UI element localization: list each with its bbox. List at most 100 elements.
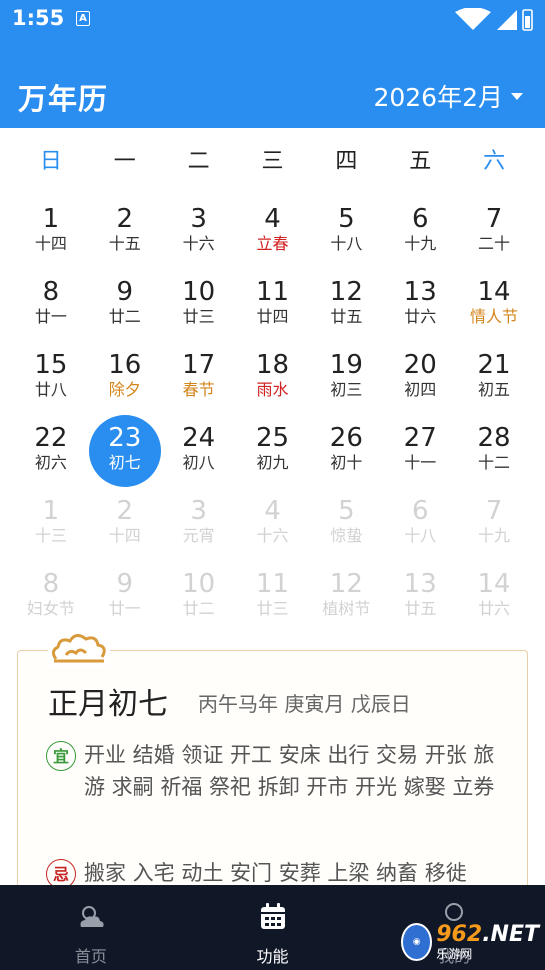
day-number: 25 xyxy=(255,423,290,453)
lunar-date: 十八 xyxy=(330,234,363,253)
day-cell[interactable]: 6 十九 xyxy=(383,196,457,269)
day-cell[interactable]: 10 廿三 xyxy=(162,269,236,342)
day-number: 2 xyxy=(116,204,134,234)
lunar-date: 除夕 xyxy=(108,380,141,399)
weekday-sun: 日 xyxy=(39,149,62,174)
day-cell[interactable]: 21 初五 xyxy=(457,342,531,415)
day-cell[interactable]: 25 初九 xyxy=(236,415,310,488)
lunar-date: 廿一 xyxy=(34,307,67,326)
day-cell[interactable]: 20 初四 xyxy=(383,342,457,415)
day-number: 7 xyxy=(485,204,503,234)
lunar-date: 初五 xyxy=(478,380,511,399)
day-number: 28 xyxy=(477,423,511,453)
lunar-date: 初七 xyxy=(108,453,141,472)
day-cell[interactable]: 28 十二 xyxy=(457,415,531,488)
day-cell[interactable]: 3 十六 xyxy=(162,196,236,269)
lunar-date-title: 正月初七 xyxy=(48,687,168,722)
day-number: 9 xyxy=(116,569,134,599)
day-number: 26 xyxy=(329,423,363,453)
day-cell[interactable]: 9 廿二 xyxy=(88,269,162,342)
day-cell-next-month[interactable]: 1 十三 xyxy=(14,488,88,561)
day-cell[interactable]: 11 廿四 xyxy=(236,269,310,342)
lunar-date: 十八 xyxy=(404,526,437,545)
day-cell[interactable]: 5 十八 xyxy=(309,196,383,269)
day-cell-next-month[interactable]: 8 妇女节 xyxy=(14,561,88,634)
day-cell[interactable]: 1 十四 xyxy=(14,196,88,269)
day-cell-next-month[interactable]: 7 十九 xyxy=(457,488,531,561)
day-number: 13 xyxy=(403,569,437,599)
month-picker[interactable]: 2026年2月 xyxy=(373,78,523,114)
lunar-date: 十三 xyxy=(34,526,67,545)
almanac-card[interactable]: 正月初七 丙午马年 庚寅月 戊辰日 宜 开业 结婚 领证 开工 安床 出行 交易… xyxy=(17,629,528,911)
day-cell-next-month[interactable]: 4 十六 xyxy=(236,488,310,561)
day-cell[interactable]: 22 初六 xyxy=(14,415,88,488)
day-cell-next-month[interactable]: 11 廿三 xyxy=(236,561,310,634)
day-cell-next-month[interactable]: 14 廿六 xyxy=(457,561,531,634)
weekday-tue: 二 xyxy=(187,149,210,174)
lunar-date: 十四 xyxy=(108,526,141,545)
lunar-date: 初九 xyxy=(256,453,289,472)
day-cell[interactable]: 2 十五 xyxy=(88,196,162,269)
auspicious-cloud-icon xyxy=(48,629,110,667)
day-cell[interactable]: 4 立春 xyxy=(236,196,310,269)
day-cell[interactable]: 24 初八 xyxy=(162,415,236,488)
ganzhi-text: 丙午马年 庚寅月 戊辰日 xyxy=(198,692,411,716)
day-number: 11 xyxy=(255,569,290,599)
day-cell[interactable]: 7 二十 xyxy=(457,196,531,269)
day-number: 6 xyxy=(411,496,429,526)
day-number: 13 xyxy=(403,277,437,307)
day-cell-next-month[interactable]: 13 廿五 xyxy=(383,561,457,634)
day-number: 12 xyxy=(329,277,363,307)
lunar-date: 情人节 xyxy=(470,307,519,326)
day-number: 24 xyxy=(182,423,216,453)
wifi-icon xyxy=(455,8,533,31)
day-cell-next-month[interactable]: 10 廿二 xyxy=(162,561,236,634)
day-cell[interactable]: 27 十一 xyxy=(383,415,457,488)
day-number: 1 xyxy=(42,496,60,526)
day-number: 3 xyxy=(190,204,207,234)
lunar-date: 二十 xyxy=(478,234,511,253)
day-cell-next-month[interactable]: 5 惊蛰 xyxy=(309,488,383,561)
day-number: 10 xyxy=(182,569,216,599)
watermark-number: 962.NET xyxy=(436,922,539,947)
lunar-date: 十二 xyxy=(478,453,511,472)
day-number: 18 xyxy=(255,350,290,380)
day-cell[interactable]: 19 初三 xyxy=(309,342,383,415)
lunar-date: 十四 xyxy=(34,234,67,253)
dropdown-arrow-icon xyxy=(511,92,523,100)
lunar-date: 十六 xyxy=(256,526,289,545)
day-cell[interactable]: 15 廿八 xyxy=(14,342,88,415)
day-cell[interactable]: 17 春节 xyxy=(162,342,236,415)
day-cell[interactable]: 26 初十 xyxy=(309,415,383,488)
day-cell[interactable]: 8 廿一 xyxy=(14,269,88,342)
day-cell[interactable]: 13 廿六 xyxy=(383,269,457,342)
lunar-date: 十五 xyxy=(108,234,141,253)
day-cell-next-month[interactable]: 3 元宵 xyxy=(162,488,236,561)
day-cell-next-month[interactable]: 2 十四 xyxy=(88,488,162,561)
lunar-date: 十九 xyxy=(478,526,511,545)
day-cell[interactable]: 18 雨水 xyxy=(236,342,310,415)
nav-home[interactable]: 首页 xyxy=(0,885,182,970)
nav-functions[interactable]: 功能 xyxy=(182,885,364,970)
day-number: 14 xyxy=(477,277,511,307)
day-cell-next-month[interactable]: 9 廿一 xyxy=(88,561,162,634)
status-bar: 1:55 A xyxy=(0,0,545,40)
day-cell-next-month[interactable]: 6 十八 xyxy=(383,488,457,561)
day-cell[interactable]: 12 廿五 xyxy=(309,269,383,342)
day-number: 7 xyxy=(485,496,503,526)
day-number: 2 xyxy=(116,496,134,526)
day-number: 1 xyxy=(42,204,60,234)
weekday-sat: 六 xyxy=(483,149,506,174)
day-cell-selected[interactable]: 23 初七 xyxy=(88,415,162,488)
lunar-date: 十六 xyxy=(182,234,215,253)
lunar-date: 初十 xyxy=(330,453,363,472)
day-number: 9 xyxy=(116,277,134,307)
day-number: 14 xyxy=(477,569,511,599)
day-cell[interactable]: 16 除夕 xyxy=(88,342,162,415)
day-number: 16 xyxy=(108,350,142,380)
day-cell[interactable]: 14 情人节 xyxy=(457,269,531,342)
weekday-fri: 五 xyxy=(409,149,432,174)
weekday-mon: 一 xyxy=(113,149,136,174)
day-number: 11 xyxy=(255,277,290,307)
day-cell-next-month[interactable]: 12 植树节 xyxy=(309,561,383,634)
